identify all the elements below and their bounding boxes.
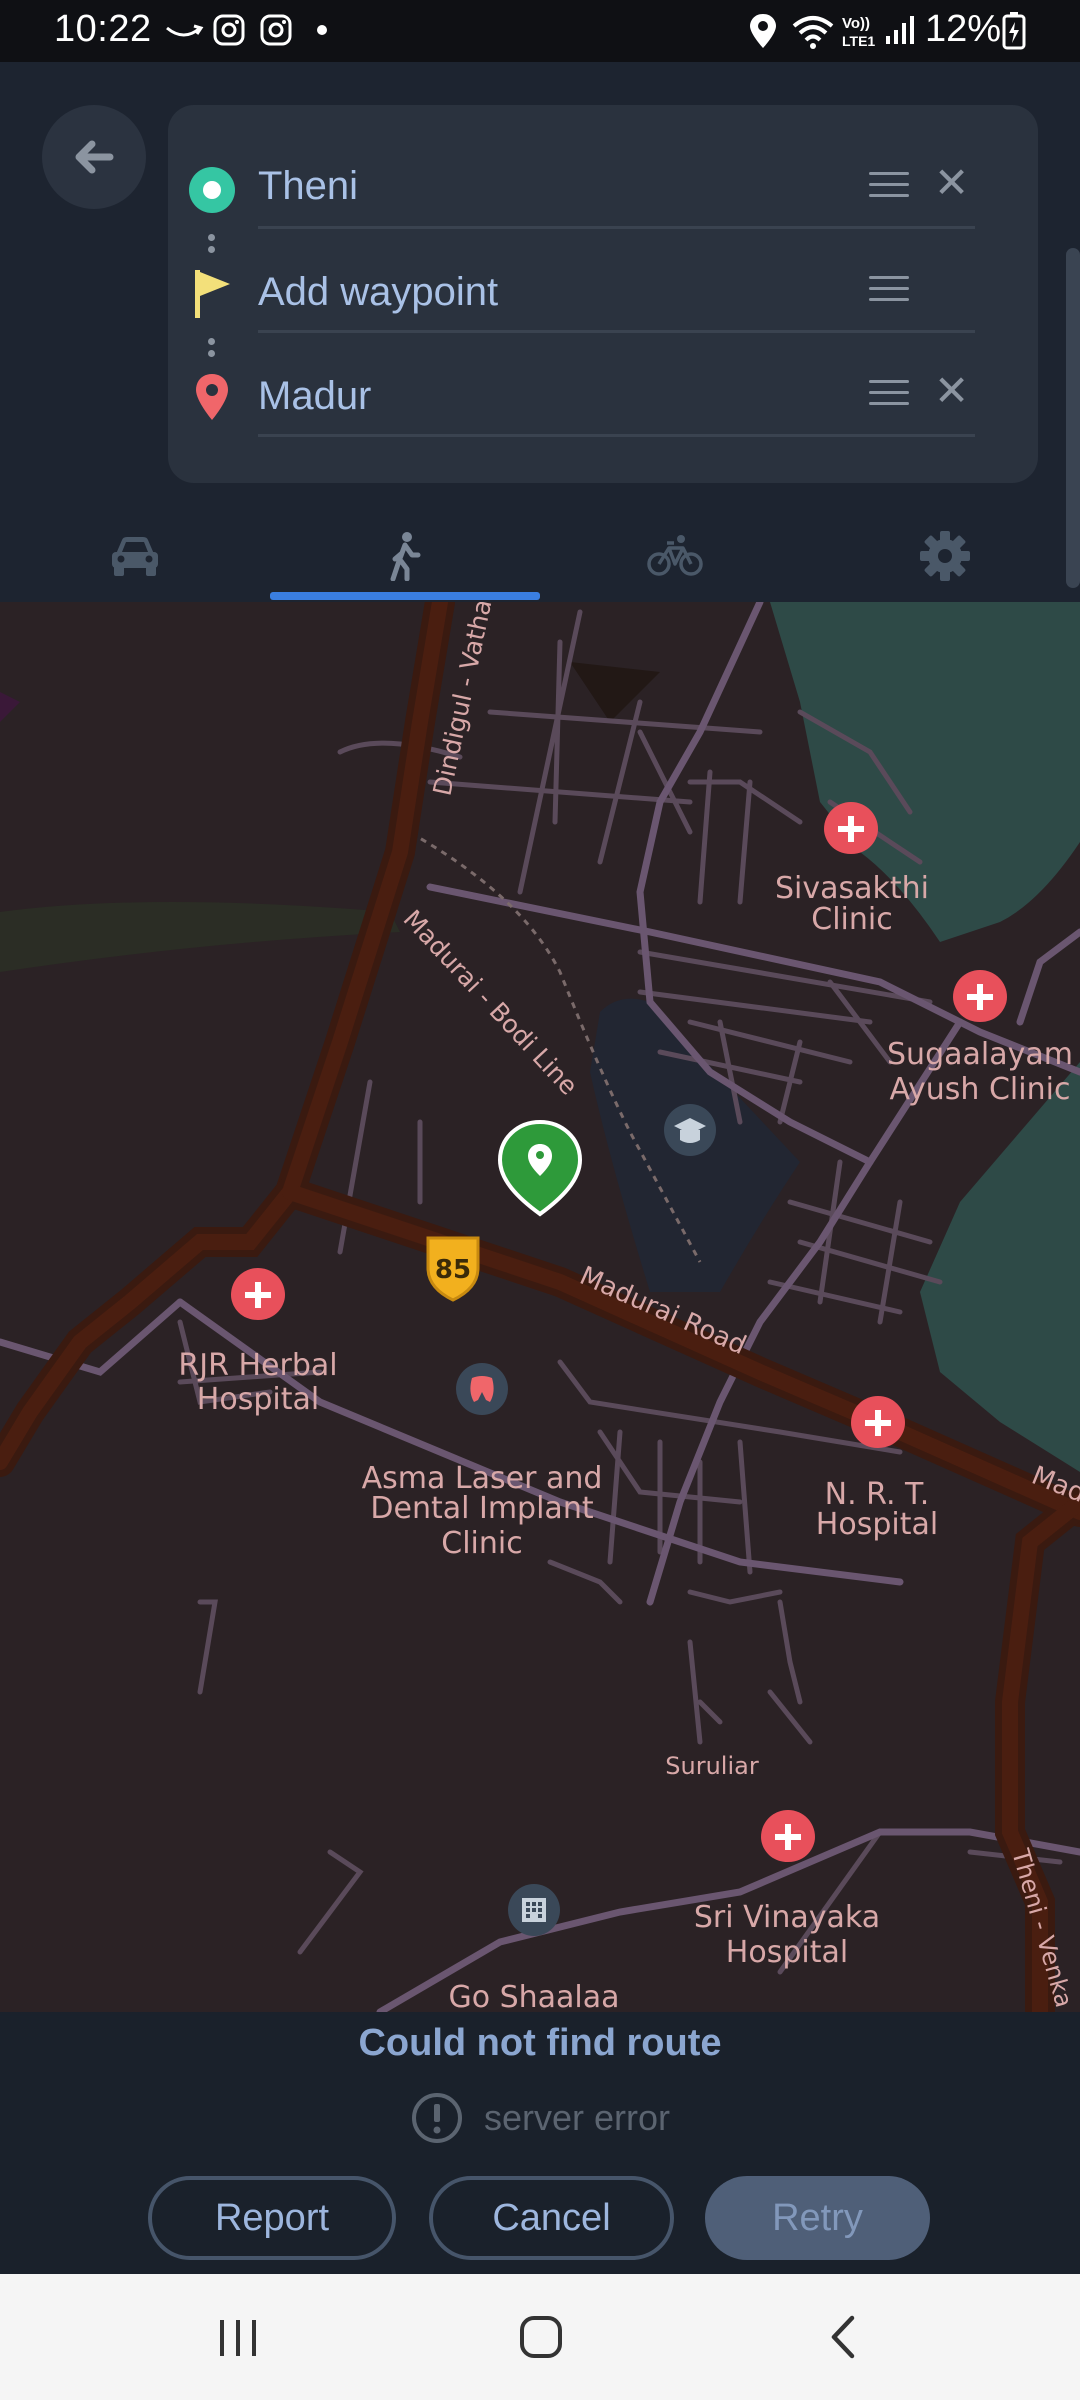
map-view[interactable]: Dindigul - Vatha Madurai - Bodi Line Mad… [0,602,1080,2012]
place-label: Ayush Clinic [890,1072,1071,1107]
origin-dot-icon [189,167,235,213]
park-area [0,902,400,972]
hospital-marker[interactable] [761,1810,815,1862]
report-button[interactable]: Report [148,2176,396,2260]
walk-icon [390,532,421,581]
svg-text:LTE1: LTE1 [842,33,875,49]
place-label: Suruliar [665,1752,759,1780]
battery-percent: 12% [925,8,1002,50]
place-label: Sri Vinayaka [694,1900,880,1935]
status-bar: 10:22 Vo)) LTE1 12% [0,0,1080,62]
amazon-smile-icon [166,24,204,37]
route-status-title: Could not find route [358,2022,722,2064]
drag-handle-icon[interactable] [869,380,909,406]
highway-shield-icon: 85 [426,1236,480,1302]
waypoint-destination-input[interactable]: Madur [258,374,371,419]
instagram-icon [260,14,292,46]
alert-circle-icon [411,2093,462,2143]
system-nav-bar [0,2274,1080,2400]
report-button-label: Report [214,2196,330,2239]
add-waypoint-input[interactable]: Add waypoint [258,270,498,315]
arrow-left-icon [75,140,114,174]
map-fragment [0,692,20,722]
road-label-bodi-line: Madurai - Bodi Line [398,904,584,1100]
battery-charging-icon [1002,12,1026,50]
home-icon[interactable] [518,2314,564,2360]
place-label: Sivasakthi [775,871,929,906]
remove-destination-button[interactable]: ✕ [934,370,969,412]
place-label: Dental Implant [370,1491,593,1526]
scrollbar[interactable] [1066,248,1080,588]
hospital-marker[interactable] [953,970,1007,1022]
connector-dots [208,338,216,362]
selected-tab-indicator [270,592,540,600]
back-icon[interactable] [826,2314,862,2360]
wifi-icon [792,16,834,49]
flag-icon [195,270,230,318]
error-message: server error [483,2097,671,2138]
retry-button[interactable]: Retry [705,2176,930,2260]
error-row: server error [0,2090,1080,2146]
status-time: 10:22 [54,8,152,50]
location-icon [750,14,776,48]
map-canvas[interactable]: Dindigul - Vatha Madurai - Bodi Line Mad… [0,602,1080,2012]
car-icon [112,537,158,576]
highway-shield-label: 85 [435,1255,471,1285]
place-label: Clinic [811,902,892,937]
connector-dots [208,234,216,258]
cancel-button-label: Cancel [492,2196,611,2239]
tab-settings[interactable] [810,512,1080,600]
place-label: Hospital [197,1382,319,1417]
tab-bike[interactable] [540,512,810,600]
hospital-marker[interactable] [851,1396,905,1448]
water-area [920,1062,1080,1472]
place-label: Clinic [441,1526,522,1561]
destination-pin-icon [196,374,228,420]
waypoint-origin-input[interactable]: Theni [258,164,358,209]
divider [258,330,975,333]
back-button[interactable] [42,105,146,209]
gear-icon [920,531,970,581]
dentist-marker[interactable] [456,1363,508,1415]
instagram-icon [213,14,245,46]
remove-origin-button[interactable]: ✕ [934,162,969,204]
svg-text:Vo)): Vo)) [842,15,870,32]
building [570,662,660,722]
divider [258,226,975,229]
divider [258,434,975,437]
tab-car[interactable] [0,512,270,600]
place-label: RJR Herbal [178,1348,337,1383]
volte-icon: Vo)) LTE1 [842,15,875,49]
recents-icon[interactable] [216,2316,260,2360]
bicycle-icon [647,535,703,576]
drag-handle-icon[interactable] [869,276,909,302]
place-label: Go Shaalaa [448,1980,619,2012]
place-label: Hospital [816,1507,938,1542]
retry-button-label: Retry [772,2196,863,2239]
hospital-marker[interactable] [231,1268,285,1320]
school-marker[interactable] [664,1104,716,1156]
tab-walk[interactable] [270,512,540,600]
building-marker[interactable] [508,1884,560,1936]
place-label: Sugaalayam [887,1037,1073,1072]
hospital-marker[interactable] [824,802,878,854]
place-label: Hospital [726,1935,848,1970]
location-marker[interactable] [497,1119,583,1217]
drag-handle-icon[interactable] [869,172,909,198]
dot-icon [317,25,327,35]
cancel-button[interactable]: Cancel [429,2176,674,2260]
signal-icon [886,16,914,44]
